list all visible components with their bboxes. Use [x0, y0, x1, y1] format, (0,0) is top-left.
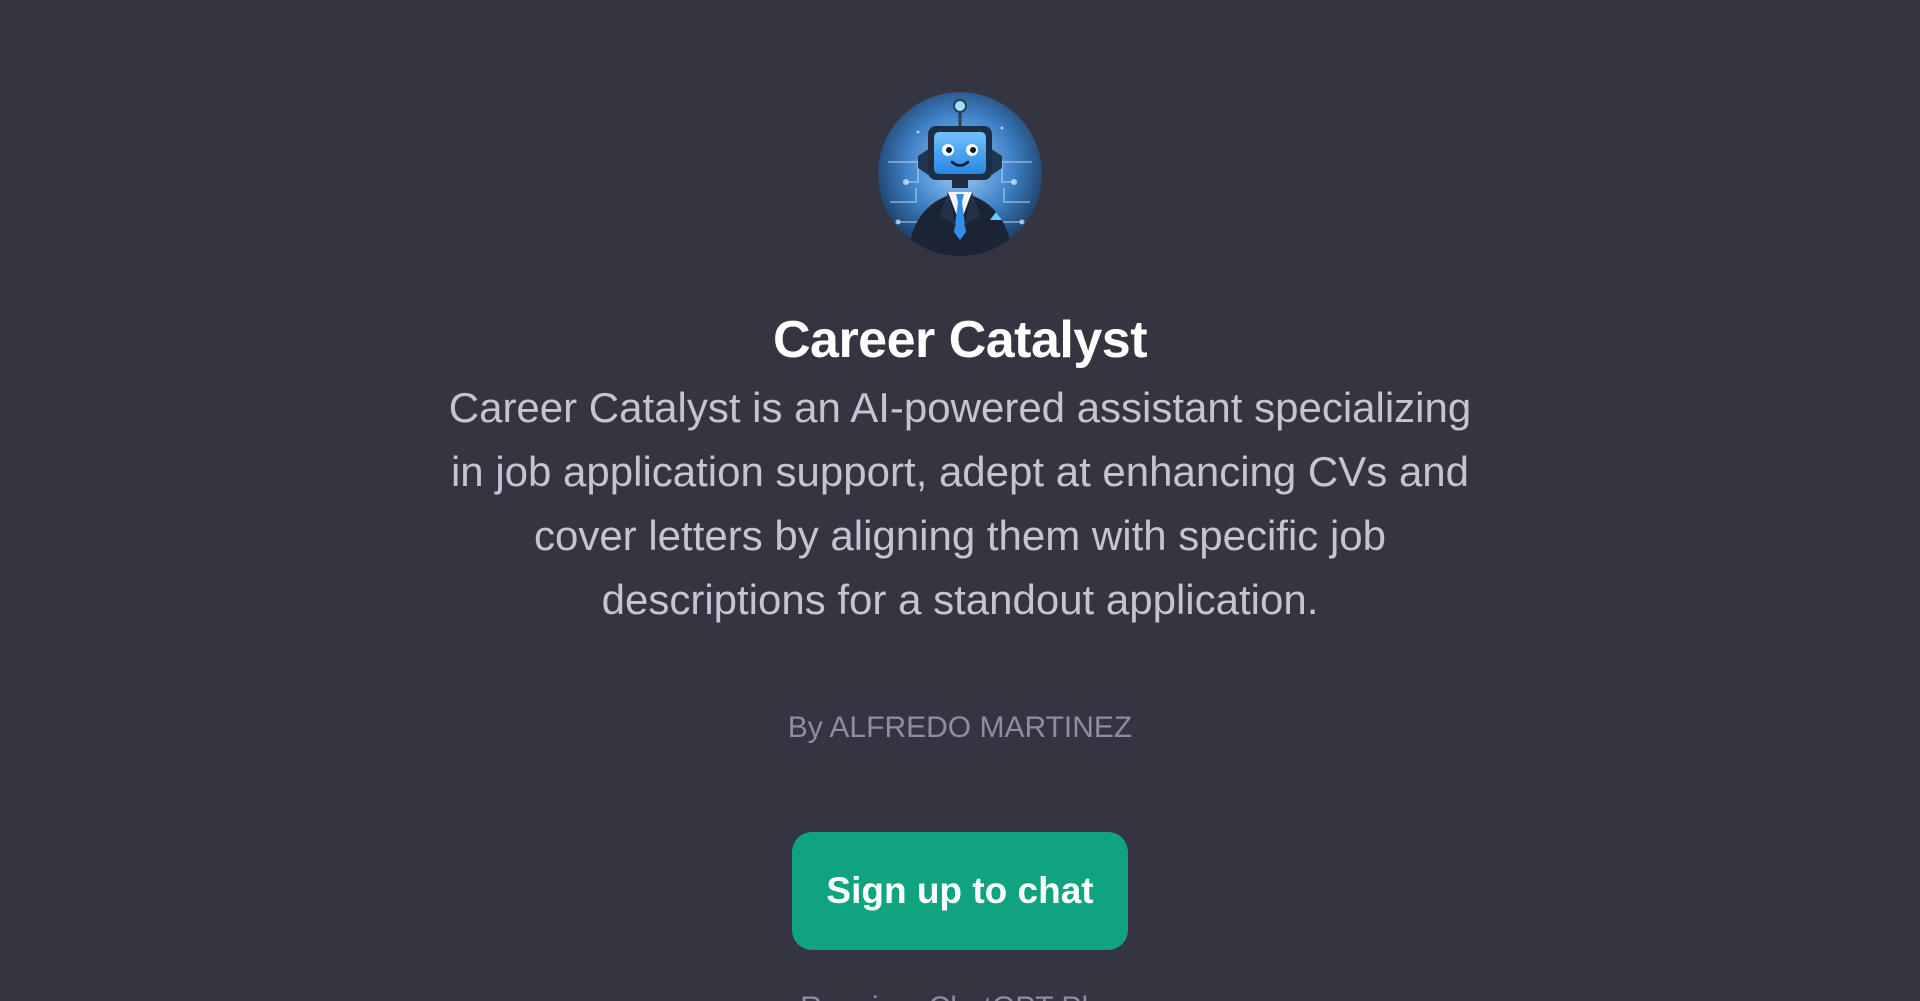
gpt-description: Career Catalyst is an AI-powered assista…	[448, 384, 1472, 623]
plus-requirement-note: Requires ChatGPT Plus	[0, 986, 1920, 1001]
sign-up-to-chat-button[interactable]: Sign up to chat	[792, 832, 1128, 950]
robot-in-suit-icon	[878, 92, 1042, 256]
gpt-title: Career Catalyst	[772, 311, 1148, 369]
gpt-landing-page: Career Catalyst Career Catalyst is an AI…	[0, 0, 1920, 1001]
gpt-author: By ALFREDO MARTINEZ	[787, 711, 1133, 744]
gpt-avatar-image	[878, 92, 1042, 256]
